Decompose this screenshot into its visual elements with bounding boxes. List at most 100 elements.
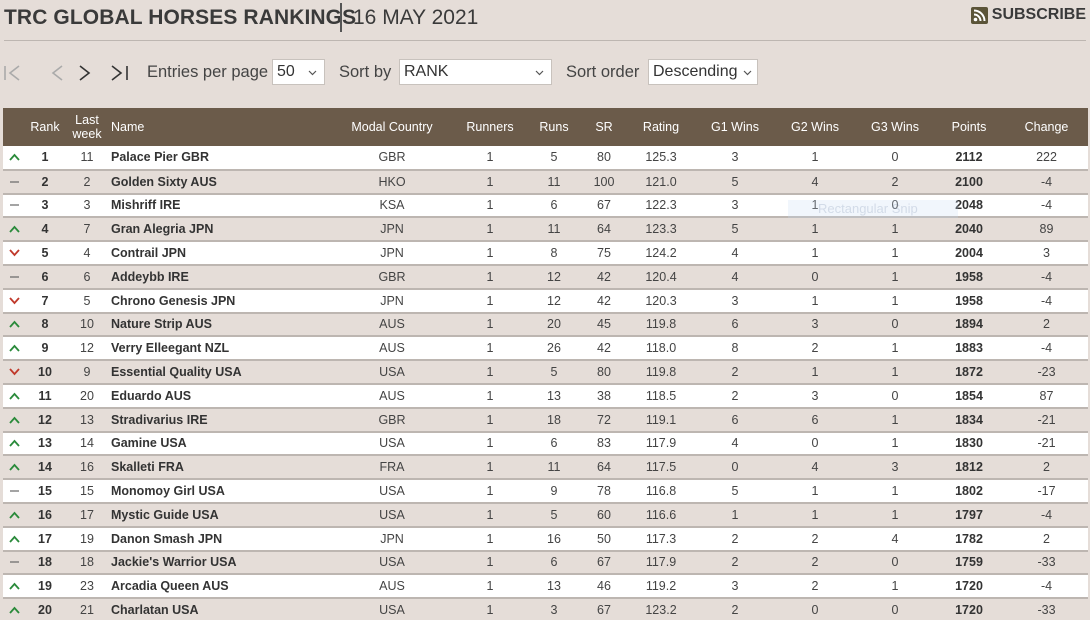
col-runs[interactable]: Runs [525,108,583,146]
row-name[interactable]: Skalleti FRA [111,455,329,479]
row-points: 1720 [955,579,983,594]
row-change: -21 [1037,436,1056,451]
col-change[interactable]: Change [1005,108,1088,146]
table-row[interactable]: 9 12 Verry Elleegant NZL AUS 1 26 42 118.0 8 2 1 18… [3,336,1088,361]
row-runs: 11 [547,222,561,237]
col-trend [3,108,27,146]
row-g2-wins: 2 [811,579,819,594]
row-runners: 1 [486,317,494,332]
row-name[interactable]: Gran Alegria JPN [111,217,329,241]
table-row[interactable]: 10 9 Essential Quality USA USA 1 5 80 119.8 2 1 1 1… [3,360,1088,384]
row-name[interactable]: Arcadia Queen AUS [111,574,329,598]
table-row[interactable]: 2 2 Golden Sixty AUS HKO 1 11 100 121.0 5 4 2 2100-… [3,169,1088,194]
table-row[interactable]: 7 5 Chrono Genesis JPN JPN 1 12 42 120.3 3 1 1 1958… [3,288,1088,313]
row-runners: 1 [486,484,494,499]
row-name[interactable]: Golden Sixty AUS [111,170,329,194]
row-g1-wins: 4 [731,246,739,261]
table-row[interactable]: 3 3 Mishriff IRE KSA 1 6 67 122.3 3 1 0 2048 -4 [3,193,1088,218]
row-g2-wins: 4 [811,460,819,475]
row-name[interactable]: Nature Strip AUS [111,313,329,337]
table-row[interactable]: 16 17 Mystic Guide USA USA 1 5 60 116.6 1 1 1 1797 -… [3,502,1088,527]
row-points: 1834 [955,412,983,427]
first-page-button[interactable] [2,62,24,84]
row-g2-wins: 4 [811,174,819,189]
subscribe-button[interactable]: SUBSCRIBE [970,5,1086,25]
entries-per-page-select[interactable]: 50 [272,59,325,85]
col-g2-wins[interactable]: G2 Wins [773,108,857,146]
table-row[interactable]: 18 18 Jackie's Warrior USA USA 1 6 67 117.9 2 2 0 1… [3,550,1088,575]
row-country: USA [379,484,405,499]
row-last-week: 5 [83,293,91,308]
row-name[interactable]: Palace Pier GBR [111,146,329,170]
row-name[interactable]: Gamine USA [111,432,329,456]
row-country: AUS [379,579,405,594]
col-rank[interactable]: Rank [27,108,63,146]
row-name[interactable]: Chrono Genesis JPN [111,289,329,313]
col-sr[interactable]: SR [583,108,625,146]
row-name[interactable]: Verry Elleegant NZL [111,336,329,360]
row-name[interactable]: Eduardo AUS [111,384,329,408]
row-rating: 119.8 [645,317,677,332]
row-change: -4 [1040,341,1053,356]
row-g2-wins: 0 [811,436,819,451]
table-row[interactable]: 20 21 Charlatan USA USA 1 3 67 123.2 2 0 0 1720 -33 [3,598,1088,620]
table-row[interactable]: 11 20 Eduardo AUS AUS 1 13 38 118.5 2 3 0 1854 87 [3,383,1088,408]
row-name[interactable]: Jackie's Warrior USA [111,551,329,575]
col-g3-wins[interactable]: G3 Wins [857,108,933,146]
row-name[interactable]: Monomoy Girl USA [111,479,329,503]
row-change: -4 [1040,293,1053,308]
row-last-week: 18 [80,555,94,570]
table-row[interactable]: 5 4 Contrail JPN JPN 1 8 75 124.2 4 1 1 2004 3 [3,241,1088,265]
table-row[interactable]: 4 7 Gran Alegria JPN JPN 1 11 64 123.3 5 1 1 2040 89 [3,217,1088,242]
row-g2-wins: 3 [811,388,819,403]
row-name[interactable]: Addeybb IRE [111,265,329,289]
table-header-row: Rank Last week Name Modal Country Runner… [3,108,1088,146]
row-name[interactable]: Stradivarius IRE [111,408,329,432]
row-rank: 9 [41,341,49,356]
last-page-button[interactable] [108,62,130,84]
row-rank: 5 [41,246,49,261]
sort-by-select[interactable]: RANK [399,59,552,85]
row-name[interactable]: Mishriff IRE [111,194,329,218]
row-last-week: 21 [80,603,94,618]
row-g3-wins: 1 [891,365,899,380]
row-runs: 9 [550,484,558,499]
col-name[interactable]: Name [111,108,329,146]
row-last-week: 7 [83,222,91,237]
row-runs: 11 [547,460,561,475]
row-sr: 80 [597,365,611,380]
row-rating: 119.2 [645,579,677,594]
sort-order-select[interactable]: Descending [648,59,758,85]
col-rating[interactable]: Rating [625,108,697,146]
col-points[interactable]: Points [933,108,1005,146]
row-name[interactable]: Mystic Guide USA [111,503,329,527]
table-row[interactable]: 8 10 Nature Strip AUS AUS 1 20 45 119.8 6 3 0 1894 2 [3,312,1088,337]
next-page-button[interactable] [74,62,96,84]
table-row[interactable]: 13 14 Gamine USA USA 1 6 83 117.9 4 0 1 1830 -21 [3,431,1088,456]
row-name[interactable]: Charlatan USA [111,598,329,620]
table-controls: Entries per page 50 Sort by RANK Sort or… [0,58,1090,88]
col-runners[interactable]: Runners [455,108,525,146]
col-modal-country[interactable]: Modal Country [329,108,455,146]
row-name[interactable]: Contrail JPN [111,241,329,265]
table-row[interactable]: 17 19 Danon Smash JPN JPN 1 16 50 117.3 2 2 4 1782 2 [3,526,1088,551]
row-last-week: 20 [80,388,94,403]
table-row[interactable]: 19 23 Arcadia Queen AUS AUS 1 13 46 119.2 3 2 1 172… [3,574,1088,599]
table-row[interactable]: 15 15 Monomoy Girl USA USA 1 9 78 116.8 5 1 1 1802 -… [3,479,1088,503]
row-change: 2 [1043,317,1050,332]
row-runs: 12 [547,269,561,284]
table-row[interactable]: 14 16 Skalleti FRA FRA 1 11 64 117.5 0 4 3 1812 2 [3,455,1088,480]
table-row[interactable]: 6 6 Addeybb IRE GBR 1 12 42 120.4 4 0 1 1958 -4 [3,264,1088,289]
sort-order-label: Sort order [566,63,640,81]
page-header: TRC GLOBAL HORSES RANKINGS 16 MAY 2021 S… [4,0,1086,41]
row-name[interactable]: Danon Smash JPN [111,527,329,551]
chevron-down-icon [535,70,544,76]
prev-page-button[interactable] [46,62,68,84]
table-row[interactable]: 1 11 Palace Pier GBR GBR 1 5 80 125.3 3 1 0 2112 222 [3,146,1088,170]
table-row[interactable]: 12 13 Stradivarius IRE GBR 1 18 72 119.1 6 6 1 1834… [3,407,1088,432]
row-g2-wins: 1 [811,150,819,165]
row-name[interactable]: Essential Quality USA [111,360,329,384]
col-g1-wins[interactable]: G1 Wins [697,108,773,146]
row-g2-wins: 6 [811,412,819,427]
col-last-week[interactable]: Last week [63,108,111,146]
